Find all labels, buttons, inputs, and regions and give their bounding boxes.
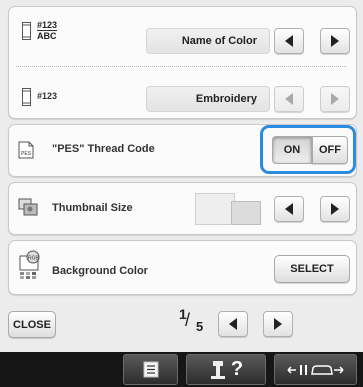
left-arrow-icon: [285, 35, 293, 47]
icon-text-bottom: ABC: [37, 31, 57, 41]
thumbnail-preview-large: [195, 193, 235, 225]
right-arrow-icon: [331, 203, 339, 215]
thumbnail-preview: [195, 193, 261, 225]
thumbnail-preview-small: [231, 201, 261, 225]
help-button[interactable]: ?: [186, 354, 266, 385]
page-next-button[interactable]: [263, 311, 293, 337]
row-divider: [16, 66, 347, 67]
page-prev-button[interactable]: [218, 311, 248, 337]
thread-number-value: Name of Color: [146, 28, 270, 54]
thread-display-value: Embroidery: [146, 86, 270, 112]
pes-file-icon: PES: [18, 141, 34, 164]
spool-icon: [22, 22, 31, 45]
pes-thread-code-label: "PES" Thread Code: [52, 143, 155, 155]
right-arrow-icon: [331, 35, 339, 47]
needle-bar-button[interactable]: [274, 354, 357, 385]
page-indicator: 1 / 5: [176, 306, 212, 338]
thread-number-prev-button[interactable]: [274, 28, 304, 54]
thread-display-icon-label: #123: [37, 91, 58, 101]
help-question-mark: ?: [230, 358, 244, 380]
background-color-label: Background Color: [52, 265, 148, 277]
background-color-icon: RGB: [18, 250, 42, 285]
left-arrow-icon: [285, 203, 293, 215]
thread-number-next-button[interactable]: [320, 28, 350, 54]
thumbnail-size-prev-button[interactable]: [274, 196, 304, 222]
thumbnail-size-label: Thumbnail Size: [52, 202, 133, 214]
right-arrow-icon: [331, 93, 339, 105]
right-arrow-icon: [274, 318, 282, 330]
thread-display-prev-button[interactable]: [274, 86, 304, 112]
thumbnail-icon: [18, 198, 38, 221]
pes-on-button[interactable]: ON: [272, 136, 312, 164]
background-color-select-button[interactable]: SELECT: [274, 255, 350, 283]
pes-off-button[interactable]: OFF: [312, 136, 348, 164]
bottom-bar: ?: [0, 352, 363, 387]
svg-text:RGB: RGB: [28, 256, 40, 262]
thread-number-abc-icon-text: #123 ABC: [37, 20, 58, 41]
page-total: 5: [196, 319, 204, 334]
left-arrow-icon: [229, 318, 237, 330]
help-icon: [210, 360, 225, 379]
needle-bar-icon: [286, 364, 344, 375]
svg-text:PES: PES: [21, 151, 32, 157]
close-button[interactable]: CLOSE: [8, 311, 56, 338]
page-slash: /: [185, 310, 191, 330]
icon-text-top: #123: [37, 20, 58, 31]
settings-list-button[interactable]: [123, 354, 178, 385]
thread-display-next-button[interactable]: [320, 86, 350, 112]
settings-list-icon: [143, 361, 158, 378]
thumbnail-size-next-button[interactable]: [320, 196, 350, 222]
spool-icon: [22, 88, 31, 111]
left-arrow-icon: [285, 93, 293, 105]
